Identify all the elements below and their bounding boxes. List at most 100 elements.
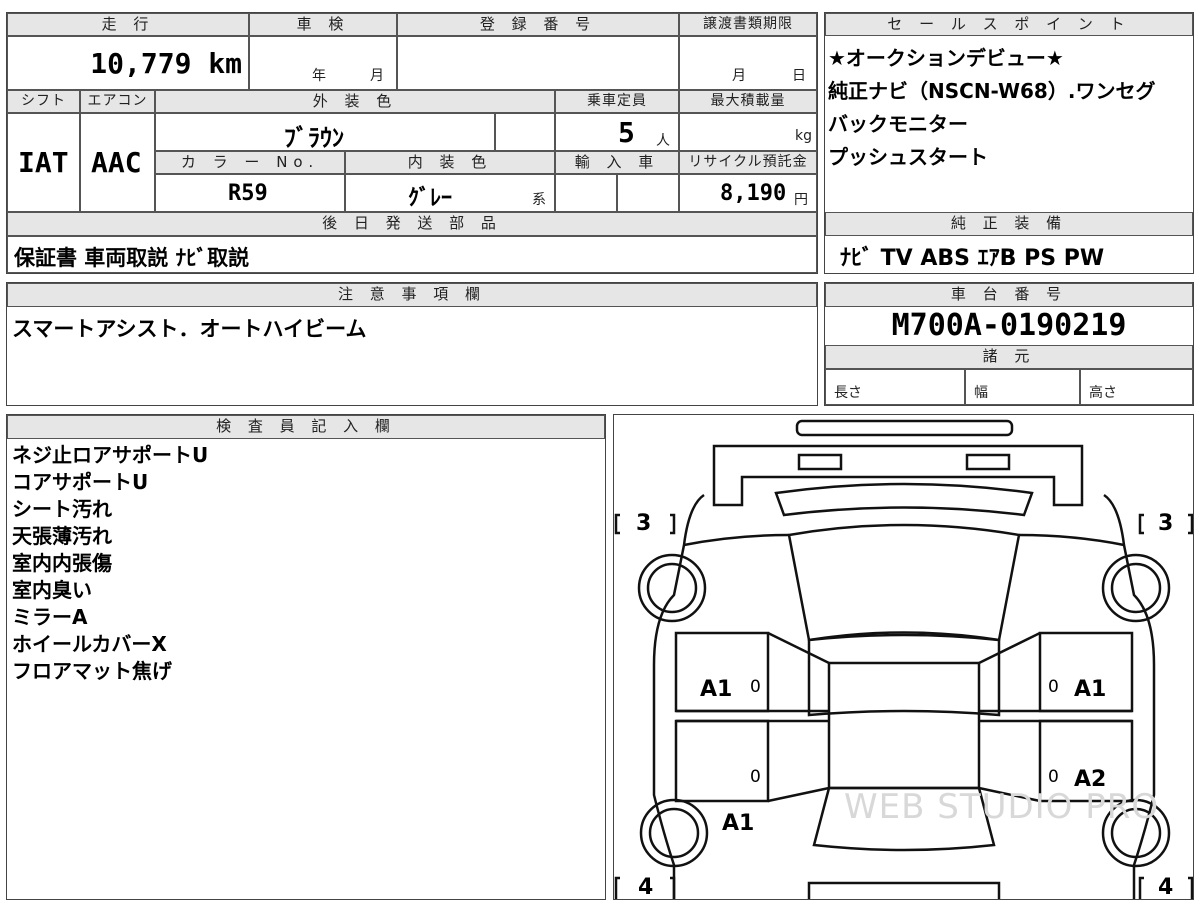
inspection-year-unit: 年	[312, 68, 326, 84]
interior-color-suffix: 系	[532, 192, 546, 208]
zero-mark-2: 0	[1048, 677, 1059, 697]
front-pillar-right	[1018, 533, 1125, 547]
inspector-line: 室内臭い	[12, 578, 92, 602]
hood	[774, 482, 1034, 517]
sales-point-line: ★オークションデビュー★	[828, 46, 1064, 70]
capacity-cell: 5 人	[555, 113, 679, 151]
recycle-fee-header: リサイクル預託金	[679, 151, 817, 174]
watermark: WEB STUDIO PRO	[844, 787, 1160, 827]
ac-value: AAC	[91, 146, 142, 179]
interior-color-value: ｸﾞﾚｰ	[408, 186, 453, 211]
registration-cell	[397, 36, 679, 90]
shift-value: IAT	[18, 146, 69, 179]
sales-points-list: ★オークションデビュー★ 純正ナビ（NSCN-W68）.ワンセグ バックモニター…	[828, 42, 1192, 212]
damage-mark-left-front-door: A1	[700, 677, 733, 702]
exterior-color-cell: ﾌﾞﾗｳﾝ	[155, 113, 495, 151]
windshield	[787, 523, 1021, 642]
inspector-line: フロアマット焦げ	[12, 659, 172, 683]
transfer-deadline-header: 譲渡書類期限	[679, 13, 817, 36]
length-cell: 長さ	[825, 369, 965, 405]
transfer-month-unit: 月	[732, 68, 746, 84]
inspector-line: 天張薄汚れ	[12, 524, 112, 548]
spec-header: 諸 元	[825, 345, 1193, 369]
inspector-list: ネジ止ロアサポートU コアサポートU シート汚れ 天張薄汚れ 室内内張傷 室内臭…	[12, 442, 602, 685]
width-label: 幅	[974, 385, 988, 401]
roof	[807, 633, 1001, 717]
exterior-color-header: 外 装 色	[155, 90, 555, 113]
registration-header: 登 録 番 号	[397, 13, 679, 36]
inspector-line: ミラーA	[12, 605, 88, 629]
mileage-cell: 10,779 km	[7, 36, 249, 90]
zero-mark-3: 0	[750, 767, 761, 787]
recycle-fee-cell: 8,190 円	[679, 174, 817, 212]
tire-front-right-score: 3	[1158, 511, 1174, 536]
tire-rear-right-score: 4	[1158, 875, 1174, 900]
inspector-line: ネジ止ロアサポートU	[12, 443, 209, 467]
front-pillar-left	[683, 533, 790, 547]
tire-front-left-score: 3	[636, 511, 652, 536]
width-cell: 幅	[965, 369, 1080, 405]
equipment-value: ﾅﾋﾞ TV ABS ｴｱB PS PW	[840, 246, 1105, 271]
capacity-header: 乗車定員	[555, 90, 679, 113]
wheel-front-right-inner	[1110, 562, 1162, 614]
inspector-line: コアサポートU	[12, 470, 149, 494]
later-parts-cell: 保証書 車両取説 ﾅﾋﾞ取説	[7, 236, 817, 273]
shift-header: シフト	[7, 90, 80, 113]
front-light-left	[797, 453, 843, 471]
car-diagram	[614, 419, 1193, 899]
inspection-month-unit: 月	[370, 68, 384, 84]
sales-points-header: セ ー ル ス ポ イ ン ト	[825, 13, 1193, 36]
chassis-header: 車 台 番 号	[825, 283, 1193, 307]
mileage-value: 10,779 km	[90, 47, 242, 80]
length-label: 長さ	[834, 385, 862, 401]
recycle-fee-unit: 円	[794, 192, 808, 208]
equipment-header: 純 正 装 備	[825, 212, 1193, 236]
car-diagram-panel: 3 3 4 4 A1 A1 A2 A1 0 0 0 0 WEB STUDIO P…	[613, 414, 1194, 900]
roof-panel	[827, 661, 981, 790]
exterior-color-value: ﾌﾞﾗｳﾝ	[284, 124, 344, 151]
rear-bumper-slot	[807, 881, 1001, 899]
chassis-number: M700A-0190219	[891, 308, 1127, 343]
recycle-fee-value: 8,190	[720, 181, 787, 206]
max-load-unit: kg	[795, 128, 812, 144]
wheel-front-left-inner	[646, 562, 698, 614]
damage-mark-right-front-door: A1	[1074, 677, 1107, 702]
left-rear-door	[674, 719, 770, 803]
color-no-cell: R59	[155, 174, 345, 212]
color-no-value: R59	[228, 181, 268, 206]
sales-point-line: 純正ナビ（NSCN-W68）.ワンセグ	[828, 79, 1156, 103]
inspector-line: ホイールカバーX	[12, 632, 167, 656]
max-load-cell: kg	[679, 113, 817, 151]
transfer-deadline-cell: 月 日	[679, 36, 817, 90]
interior-color-cell: ｸﾞﾚｰ 系	[345, 174, 555, 212]
front-bumper-slot	[795, 419, 1014, 437]
import-cell-2	[617, 174, 679, 212]
capacity-unit: 人	[656, 133, 670, 149]
exterior-color-extra-cell	[495, 113, 555, 151]
notes-header: 注 意 事 項 欄	[7, 283, 817, 307]
inspector-header: 検 査 員 記 入 欄	[7, 415, 605, 439]
front-bumper	[712, 444, 1084, 507]
height-label: 高さ	[1089, 385, 1117, 401]
max-load-header: 最大積載量	[679, 90, 817, 113]
front-light-right	[965, 453, 1011, 471]
interior-color-header: 内 装 色	[345, 151, 555, 174]
transfer-day-unit: 日	[792, 68, 806, 84]
damage-mark-left-rear-fender: A1	[722, 811, 755, 836]
inspection-cell: 年 月	[249, 36, 397, 90]
inspection-header: 車 検	[249, 13, 397, 36]
inspector-line: シート汚れ	[12, 497, 112, 521]
sales-point-line: プッシュスタート	[828, 145, 988, 169]
later-parts-header: 後 日 発 送 部 品	[7, 212, 817, 236]
zero-mark-4: 0	[1048, 767, 1059, 787]
inspector-line: 室内内張傷	[12, 551, 112, 575]
shift-cell: IAT	[7, 113, 80, 212]
wheel-rear-left-inner	[648, 807, 700, 859]
import-header: 輸 入 車	[555, 151, 679, 174]
later-parts-value: 保証書 車両取説 ﾅﾋﾞ取説	[14, 246, 250, 270]
tire-rear-left-score: 4	[638, 875, 654, 900]
ac-header: エアコン	[80, 90, 155, 113]
zero-mark-1: 0	[750, 677, 761, 697]
sales-point-line: バックモニター	[828, 112, 968, 136]
color-no-header: カ ラ ー No.	[155, 151, 345, 174]
